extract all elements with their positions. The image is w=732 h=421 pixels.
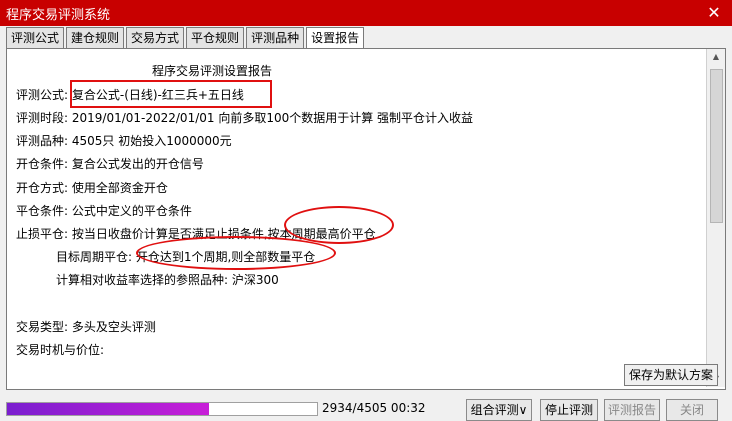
save-default-button[interactable]: 保存为默认方案 xyxy=(624,364,718,386)
report-panel: 程序交易评测设置报告 评测公式: 复合公式-(日线)-红三兵+五日线 评测时段:… xyxy=(6,48,726,390)
report-instrument: 评测品种: 4505只 初始投入1000000元 xyxy=(16,134,232,148)
report-trade-type: 交易类型: 多头及空头评测 xyxy=(16,320,156,334)
annotation-rectangle xyxy=(70,80,272,108)
tab-instruments[interactable]: 评测品种 xyxy=(246,27,305,48)
progress-text: 2934/4505 00:32 xyxy=(322,401,426,415)
report-period: 评测时段: 2019/01/01-2022/01/01 向前多取100个数据用于… xyxy=(16,111,474,125)
report-text-area[interactable]: 程序交易评测设置报告 评测公式: 复合公式-(日线)-红三兵+五日线 评测时段:… xyxy=(8,50,704,388)
tab-formula[interactable]: 评测公式 xyxy=(6,27,65,48)
tab-trade-method[interactable]: 交易方式 xyxy=(126,27,185,48)
annotation-ellipse-stop-loss xyxy=(284,206,394,244)
close-icon[interactable]: ✕ xyxy=(704,3,724,23)
combo-eval-button[interactable]: 组合评测∨ xyxy=(466,399,532,421)
tab-open-rules[interactable]: 建仓规则 xyxy=(66,27,125,48)
report-benchmark: 计算相对收益率选择的参照品种: 沪深300 xyxy=(56,273,279,287)
report-open-method: 开仓方式: 使用全部资金开仓 xyxy=(16,181,168,195)
tab-close-rules[interactable]: 平仓规则 xyxy=(186,27,245,48)
report-trade-timing: 交易时机与价位: xyxy=(16,343,105,357)
window-title: 程序交易评测系统 xyxy=(6,7,111,23)
tab-strip: 评测公式 建仓规则 交易方式 平仓规则 评测品种 设置报告 xyxy=(6,27,366,49)
progress-bar xyxy=(6,402,318,416)
vertical-scrollbar[interactable]: ▲ ▼ xyxy=(706,49,725,387)
eval-report-button[interactable]: 评测报告 xyxy=(604,399,660,421)
progress-fill xyxy=(7,403,209,415)
report-open-condition: 开仓条件: 复合公式发出的开仓信号 xyxy=(16,157,204,171)
stop-eval-button[interactable]: 停止评测 xyxy=(540,399,598,421)
scroll-up-icon[interactable]: ▲ xyxy=(707,49,725,65)
scrollbar-thumb[interactable] xyxy=(710,69,723,223)
tab-settings-report[interactable]: 设置报告 xyxy=(306,27,365,49)
annotation-ellipse-target-period xyxy=(136,236,336,270)
report-title: 程序交易评测设置报告 xyxy=(152,64,273,78)
report-close-condition: 平仓条件: 公式中定义的平仓条件 xyxy=(16,204,192,218)
close-button[interactable]: 关闭 xyxy=(666,399,718,421)
title-bar: 程序交易评测系统 ✕ xyxy=(0,0,732,26)
